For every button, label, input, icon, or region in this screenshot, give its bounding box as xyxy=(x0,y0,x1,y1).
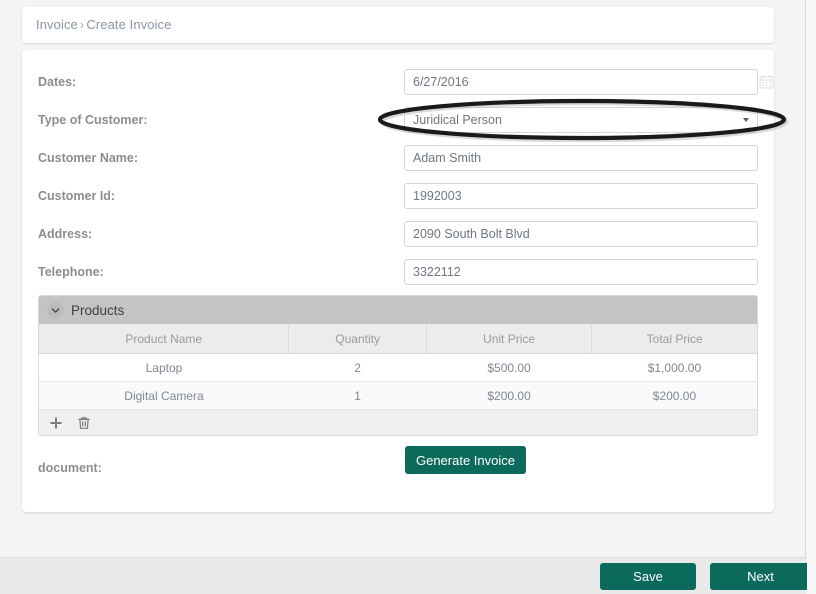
invoice-form-card: Dates: Type of Customer: Juridical Perso… xyxy=(22,50,774,512)
column-header-quantity[interactable]: Quantity xyxy=(288,324,427,354)
generate-invoice-button[interactable]: Generate Invoice xyxy=(405,446,526,474)
next-button[interactable]: Next xyxy=(710,563,811,590)
save-button[interactable]: Save xyxy=(600,563,696,590)
cell-unit-price: $500.00 xyxy=(426,353,592,382)
column-header-unit-price[interactable]: Unit Price xyxy=(426,324,593,354)
table-header-row: Product Name Quantity Unit Price Total P… xyxy=(39,324,757,354)
table-row[interactable]: Digital Camera 1 $200.00 $200.00 xyxy=(39,381,757,410)
products-table: Product Name Quantity Unit Price Total P… xyxy=(39,324,757,410)
label-customer-id: Customer Id: xyxy=(38,189,116,203)
cell-total-price: $200.00 xyxy=(591,381,757,410)
plus-icon[interactable] xyxy=(49,416,63,430)
products-toolbar xyxy=(39,410,757,435)
customer-id-input[interactable] xyxy=(404,183,758,209)
cell-quantity: 1 xyxy=(288,381,427,410)
label-address: Address: xyxy=(38,227,93,241)
trash-icon[interactable] xyxy=(77,416,91,430)
dates-input[interactable] xyxy=(404,69,758,95)
breadcrumb-root[interactable]: Invoice xyxy=(36,17,78,32)
label-dates: Dates: xyxy=(38,75,77,89)
cell-unit-price: $200.00 xyxy=(426,381,592,410)
calendar-icon[interactable] xyxy=(759,74,774,89)
products-panel-title: Products xyxy=(71,302,125,318)
label-document: document: xyxy=(38,461,102,475)
table-row[interactable]: Laptop 2 $500.00 $1,000.00 xyxy=(39,353,757,382)
breadcrumb: Invoice › Create Invoice xyxy=(36,17,172,32)
cell-product-name: Laptop xyxy=(39,353,289,382)
label-type-of-customer: Type of Customer: xyxy=(38,113,148,127)
breadcrumb-card: Invoice › Create Invoice xyxy=(22,7,774,43)
chevron-down-icon[interactable] xyxy=(47,301,64,319)
page-container: Invoice›Create Invoice Dates: Type of Cu… xyxy=(0,0,811,594)
chevron-down-icon[interactable] xyxy=(743,118,749,122)
page-right-gutter xyxy=(807,0,816,594)
address-input[interactable] xyxy=(404,221,758,247)
breadcrumb-current: Create Invoice xyxy=(86,17,172,32)
customer-name-input[interactable] xyxy=(404,145,758,171)
label-customer-name: Customer Name: xyxy=(38,151,139,165)
customer-type-select[interactable]: Juridical Person xyxy=(404,107,758,133)
products-panel: Products Product Name Quantity Unit Pric… xyxy=(38,295,758,436)
customer-type-select-value[interactable]: Juridical Person xyxy=(404,107,758,133)
products-panel-header[interactable]: Products xyxy=(39,296,757,324)
column-header-product-name[interactable]: Product Name xyxy=(39,324,290,354)
label-telephone: Telephone: xyxy=(38,265,104,279)
telephone-input[interactable] xyxy=(404,259,758,285)
cell-total-price: $1,000.00 xyxy=(591,353,757,382)
column-header-total-price[interactable]: Total Price xyxy=(591,324,757,354)
cell-quantity: 2 xyxy=(288,353,427,382)
cell-product-name: Digital Camera xyxy=(39,381,289,410)
